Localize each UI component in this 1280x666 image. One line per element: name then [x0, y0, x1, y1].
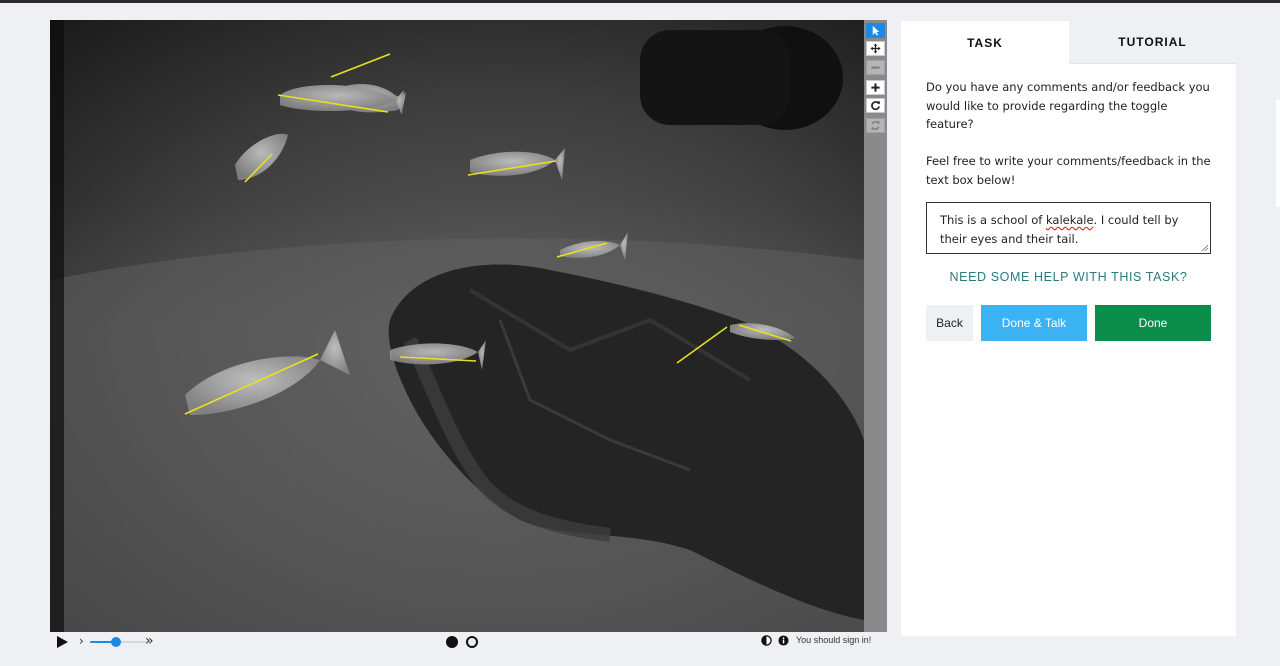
help-link[interactable]: NEED SOME HELP WITH THIS TASK? — [926, 270, 1211, 284]
rotate-button[interactable] — [866, 98, 885, 113]
playback-controls: › » You should sign in! — [50, 632, 890, 652]
frame-1-dot[interactable] — [446, 636, 458, 648]
playback-speed-slider[interactable] — [90, 635, 152, 649]
zoom-out-button[interactable] — [866, 60, 885, 75]
subject-image[interactable] — [50, 20, 864, 632]
comment-misspelled-word: kalekale — [1045, 213, 1094, 227]
resize-grip-icon[interactable] — [1202, 245, 1208, 251]
fast-forward-icon: » — [145, 633, 154, 649]
plus-icon — [871, 83, 880, 92]
pointer-icon — [872, 25, 880, 36]
back-button[interactable]: Back — [926, 305, 973, 341]
tab-task[interactable]: TASK — [901, 21, 1069, 64]
play-icon[interactable] — [55, 635, 69, 649]
pointer-tool-button[interactable] — [866, 23, 885, 38]
done-and-talk-button[interactable]: Done & Talk — [981, 305, 1087, 341]
reset-button[interactable] — [866, 118, 885, 133]
rotate-icon — [871, 101, 880, 111]
refresh-icon — [871, 121, 880, 130]
feedback-instruction: Feel free to write your comments/feedbac… — [926, 154, 1211, 187]
top-bar — [0, 0, 1280, 3]
task-tabs: TASK TUTORIAL — [901, 21, 1236, 64]
zoom-in-button[interactable] — [866, 80, 885, 95]
subject-image-viewer[interactable] — [50, 20, 864, 632]
move-icon — [870, 43, 881, 54]
slider-thumb[interactable] — [111, 637, 122, 647]
done-button[interactable]: Done — [1095, 305, 1211, 341]
sign-in-notice[interactable]: You should sign in! — [796, 635, 871, 645]
contrast-icon[interactable] — [761, 635, 772, 646]
speed-slow-icon: › — [79, 634, 84, 648]
image-toolbar — [864, 20, 887, 632]
task-panel: TASK TUTORIAL Do you have any comments a… — [901, 21, 1236, 636]
frame-2-dot[interactable] — [466, 636, 478, 648]
comment-text-start: This is a school of — [940, 213, 1046, 227]
pan-tool-button[interactable] — [866, 41, 885, 56]
comment-textarea[interactable]: This is a school of kalekale. I could te… — [926, 202, 1211, 254]
side-edge — [1276, 100, 1280, 207]
info-icon[interactable] — [778, 635, 789, 646]
tab-tutorial[interactable]: TUTORIAL — [1069, 21, 1236, 64]
feedback-question: Do you have any comments and/or feedback… — [926, 80, 1210, 131]
minus-icon — [871, 66, 880, 69]
